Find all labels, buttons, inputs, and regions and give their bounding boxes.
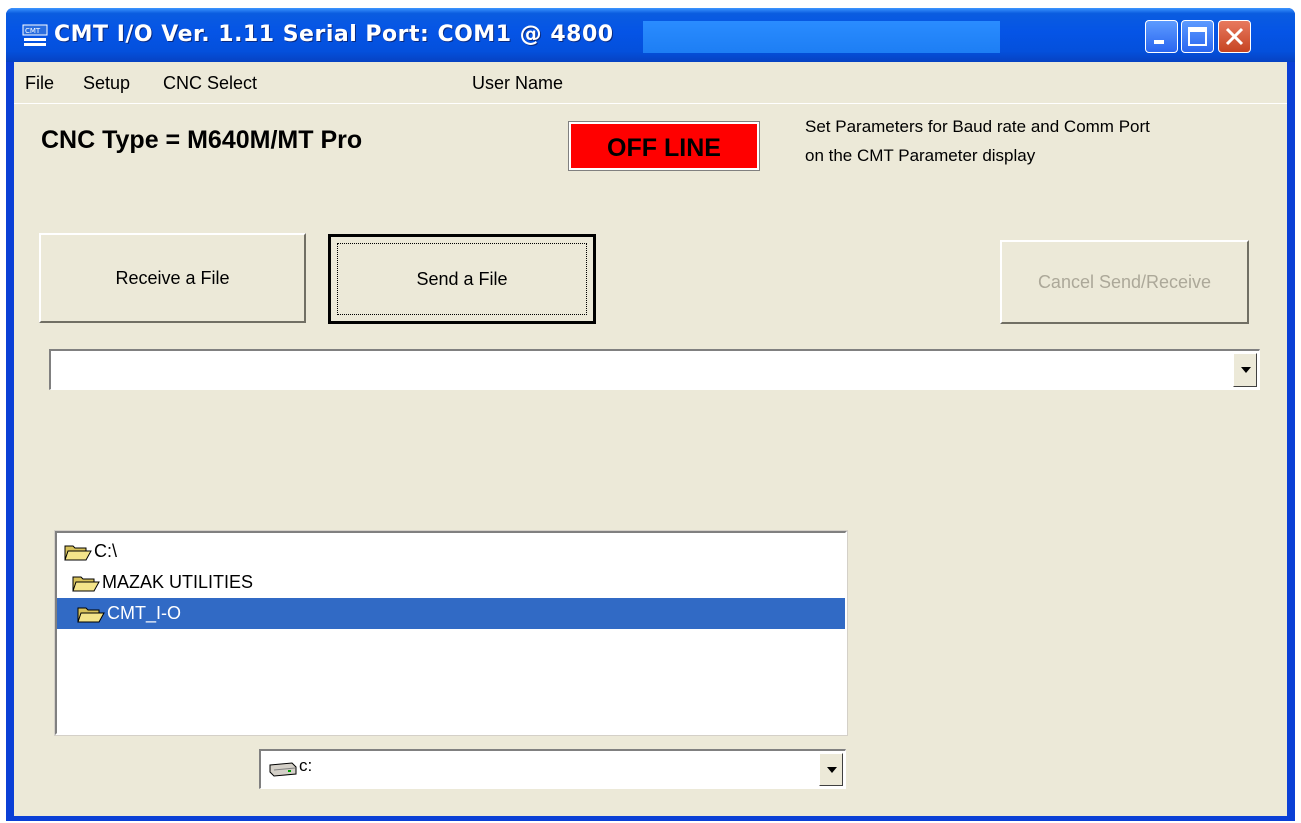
directory-label: CMT_I-O bbox=[107, 603, 181, 623]
list-item[interactable]: MAZAK UTILITIES bbox=[57, 567, 845, 598]
receive-file-label: Receive a File bbox=[115, 267, 230, 288]
focus-rect bbox=[337, 243, 587, 315]
close-button[interactable] bbox=[1218, 20, 1251, 53]
title-highlight bbox=[643, 21, 1000, 53]
cancel-send-receive-label: Cancel Send/Receive bbox=[1037, 271, 1212, 292]
list-item[interactable]: CMT_I-O bbox=[57, 598, 845, 629]
directory-label: C:\ bbox=[94, 541, 118, 561]
minimize-button[interactable] bbox=[1145, 20, 1178, 53]
chevron-down-icon[interactable] bbox=[819, 753, 843, 786]
app-icon: CMT bbox=[22, 24, 48, 46]
menu-user-name[interactable]: User Name bbox=[472, 73, 563, 94]
send-file-button[interactable]: Send a File bbox=[328, 234, 596, 324]
close-icon bbox=[1225, 27, 1244, 46]
file-select-combo[interactable] bbox=[49, 349, 1260, 390]
connection-status-text: OFF LINE bbox=[607, 133, 721, 162]
app-window: CMT CMT I/O Ver. 1.11 Serial Port: COM1 … bbox=[6, 8, 1295, 821]
directory-label: MAZAK UTILITIES bbox=[102, 572, 254, 592]
svg-text:CMT: CMT bbox=[25, 27, 41, 35]
menu-cnc-select[interactable]: CNC Select bbox=[163, 73, 257, 94]
directory-listbox[interactable]: C:\ MAZAK UTILITIES CMT_I-O bbox=[54, 530, 848, 736]
open-folder-icon bbox=[64, 545, 92, 560]
title-bar[interactable]: CMT CMT I/O Ver. 1.11 Serial Port: COM1 … bbox=[6, 8, 1295, 62]
drive-value: c: bbox=[299, 756, 313, 775]
window-title: CMT I/O Ver. 1.11 Serial Port: COM1 @ 48… bbox=[54, 22, 614, 47]
drive-icon bbox=[269, 762, 297, 777]
menu-setup[interactable]: Setup bbox=[83, 73, 130, 94]
minimize-icon bbox=[1154, 40, 1164, 44]
open-folder-icon bbox=[77, 607, 105, 622]
drive-select-combo[interactable]: c: bbox=[259, 749, 846, 789]
chevron-down-icon[interactable] bbox=[1233, 353, 1257, 387]
maximize-button[interactable] bbox=[1181, 20, 1214, 53]
maximize-icon bbox=[1188, 27, 1207, 46]
menu-file[interactable]: File bbox=[25, 73, 54, 94]
cancel-send-receive-button[interactable]: Cancel Send/Receive bbox=[1000, 240, 1249, 324]
client-area: File Setup CNC Select User Name CNC Type… bbox=[14, 62, 1287, 816]
receive-file-button[interactable]: Receive a File bbox=[39, 233, 306, 323]
connection-status-badge: OFF LINE bbox=[568, 121, 760, 171]
parameter-hint: Set Parameters for Baud rate and Comm Po… bbox=[805, 112, 1275, 170]
hint-line-2: on the CMT Parameter display bbox=[805, 146, 1036, 165]
list-item[interactable]: C:\ bbox=[57, 536, 845, 567]
open-folder-icon bbox=[72, 576, 100, 591]
menu-bar: File Setup CNC Select User Name bbox=[14, 62, 1287, 104]
hint-line-1: Set Parameters for Baud rate and Comm Po… bbox=[805, 117, 1150, 136]
cnc-type-label: CNC Type = M640M/MT Pro bbox=[41, 126, 363, 154]
